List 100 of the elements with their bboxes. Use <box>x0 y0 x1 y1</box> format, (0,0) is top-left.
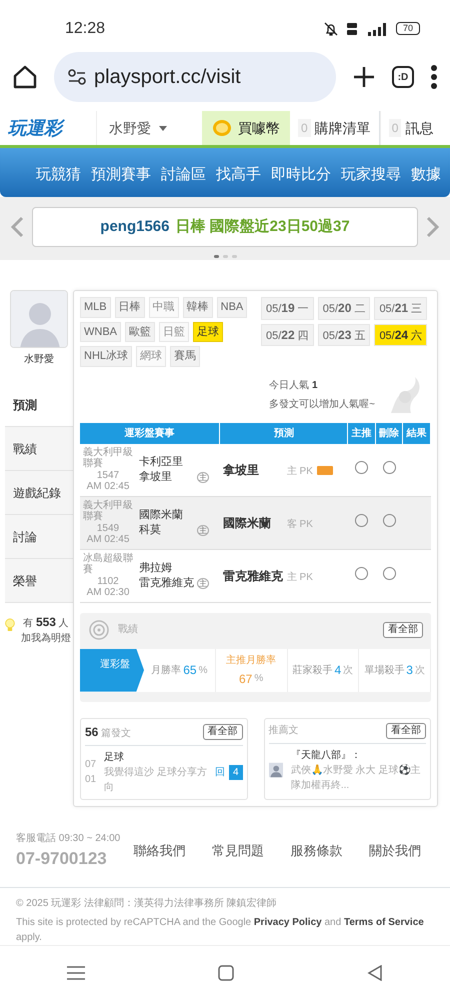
date-tab[interactable]: 05/22 四 <box>261 324 314 346</box>
pick-text: 雷克雅維克 主 PK <box>222 568 313 583</box>
post-title: 我覺得這沙 足球分享方向 <box>104 766 207 795</box>
footer-link[interactable]: 聯絡我們 <box>133 841 186 861</box>
date-tab[interactable]: 05/24 六 <box>374 324 428 346</box>
nav-link[interactable]: 找高手 <box>216 164 261 187</box>
hotline-label: 客服電話 09:30 ~ 24:00 <box>16 832 120 846</box>
reply-count: 4 <box>228 764 242 780</box>
side-menu-item[interactable]: 遊戲紀錄 <box>5 471 73 516</box>
sport-filter[interactable]: NHL冰球 <box>80 346 132 367</box>
terms-link[interactable]: Terms of Service <box>344 917 424 928</box>
clock: 12:28 <box>65 18 106 39</box>
home-icon[interactable] <box>12 64 38 90</box>
column-header: 主推 <box>348 422 376 444</box>
back-icon[interactable] <box>367 965 384 982</box>
nav-link[interactable]: 預測賽事 <box>91 164 151 187</box>
date-tab[interactable]: 05/19 一 <box>261 297 314 320</box>
sport-filter[interactable]: 歐籃 <box>125 322 155 342</box>
pick-text: 拿坡里 主 PK <box>222 462 313 477</box>
popularity-hint: 多發文可以增加人氣喔~ <box>269 398 375 412</box>
sport-filter[interactable]: 日棒 <box>114 297 145 318</box>
posts-title: 56 篇發文 <box>85 724 132 741</box>
address-bar[interactable]: playsport.cc/visit <box>54 52 336 102</box>
record-tab[interactable]: 運彩盤 <box>80 648 144 692</box>
footer-link[interactable]: 服務條款 <box>290 841 342 861</box>
site-settings-icon[interactable] <box>68 69 86 86</box>
league-name: 義大利甲級聯賽 <box>83 446 133 470</box>
new-tab-icon[interactable] <box>352 65 376 90</box>
sport-filter[interactable]: MLB <box>80 297 111 318</box>
url-text: playsport.cc/visit <box>94 65 241 90</box>
column-header: 運彩盤賽事 <box>80 422 220 444</box>
side-menu-item[interactable]: 戰績 <box>5 427 73 472</box>
delete-radio[interactable] <box>382 460 396 474</box>
game-number: 1547 <box>96 470 120 482</box>
column-header: 結果 <box>402 422 430 444</box>
main-pick-radio[interactable] <box>355 566 368 580</box>
home-team: 科莫 主 <box>139 522 210 537</box>
pick-text: 國際米蘭 客 PK <box>222 516 313 530</box>
view-all-button[interactable]: 看全部 <box>202 724 242 740</box>
home-team: 雷克雅維克 主 <box>139 576 210 590</box>
delete-radio[interactable] <box>382 514 396 527</box>
sport-filter[interactable]: 韓棒 <box>182 297 213 318</box>
stat-item: 主推月勝率 67 % <box>216 648 288 692</box>
game-time: AM 02:30 <box>86 587 130 599</box>
nav-link[interactable]: 數據 <box>411 164 441 187</box>
cart-link[interactable]: 0 購牌清單 <box>290 111 380 145</box>
count: 0 <box>298 119 311 137</box>
menu-icon[interactable] <box>430 64 438 90</box>
main-pick-radio[interactable] <box>355 460 368 474</box>
sport-filter[interactable]: 足球 <box>193 322 223 342</box>
reply-label: 回 <box>214 766 225 780</box>
view-all-button[interactable]: 看全部 <box>386 722 426 739</box>
league-name: 義大利甲級聯賽 <box>83 500 133 523</box>
sport-filter[interactable]: 賽馬 <box>170 346 200 367</box>
logo[interactable]: 玩運彩 <box>0 111 96 145</box>
messages-link[interactable]: 0 訊息 <box>380 111 442 145</box>
sport-filter[interactable]: NBA <box>216 297 248 318</box>
league-name: 冰島超級聯賽 <box>83 552 133 576</box>
buy-coins-button[interactable]: 買噱幣 <box>202 111 290 145</box>
main-pick-radio[interactable] <box>355 514 368 527</box>
mute-icon <box>324 22 338 36</box>
nav-link[interactable]: 玩競猜 <box>36 164 81 187</box>
privacy-policy-link[interactable]: Privacy Policy <box>254 917 322 928</box>
ticker-text: 日棒 國際盤近23日50過37 <box>175 216 350 237</box>
hotline-number: 07-9700123 <box>16 848 108 870</box>
ticker-banner[interactable]: peng1566 日棒 國際盤近23日50過37 <box>32 207 418 248</box>
date-tab[interactable]: 05/21 三 <box>374 297 428 320</box>
section-title: 戰績 <box>118 622 138 638</box>
view-all-button[interactable]: 看全部 <box>383 622 423 638</box>
popularity: 今日人氣 1 <box>269 378 318 393</box>
post-category: 足球 <box>104 750 126 765</box>
post-month: 07 <box>85 758 96 772</box>
nav-link[interactable]: 討論區 <box>161 164 206 187</box>
post-excerpt: 武俠🙏水野愛 永大 足球⚽主隊加權再終... <box>290 763 422 793</box>
away-team: 國際米蘭 <box>139 508 184 523</box>
link-label: 訊息 <box>405 118 434 138</box>
footer-link[interactable]: 關於我們 <box>368 841 421 861</box>
home-team: 拿坡里 主 <box>139 470 210 484</box>
post-title: 『天龍八部』： <box>290 748 362 763</box>
game-number: 1102 <box>96 576 120 588</box>
footer-link[interactable]: 常見問題 <box>212 841 264 861</box>
date-tab[interactable]: 05/23 五 <box>318 324 370 346</box>
recent-apps-icon[interactable] <box>66 966 85 980</box>
game-time: AM 02:45 <box>86 534 130 546</box>
date-tab[interactable]: 05/20 二 <box>318 297 370 320</box>
caret-icon <box>159 126 167 130</box>
nav-link[interactable]: 玩家搜尋 <box>341 164 401 187</box>
tab-switcher[interactable]: :D <box>392 66 414 88</box>
side-menu-item[interactable]: 榮譽 <box>5 559 73 604</box>
column-header: 刪除 <box>375 422 403 444</box>
nav-link[interactable]: 即時比分 <box>271 164 331 187</box>
delete-radio[interactable] <box>382 566 396 580</box>
coin-icon <box>212 119 232 137</box>
home-button-icon[interactable] <box>218 965 234 982</box>
profile-name: 水野愛 <box>23 352 55 368</box>
sport-filter[interactable]: WNBA <box>80 322 121 342</box>
side-menu-item[interactable]: 討論 <box>5 515 73 560</box>
column-header: 預測 <box>220 422 348 444</box>
link-label: 購牌清單 <box>314 118 371 138</box>
stat-item: 單場殺手 3 次 <box>359 648 431 692</box>
